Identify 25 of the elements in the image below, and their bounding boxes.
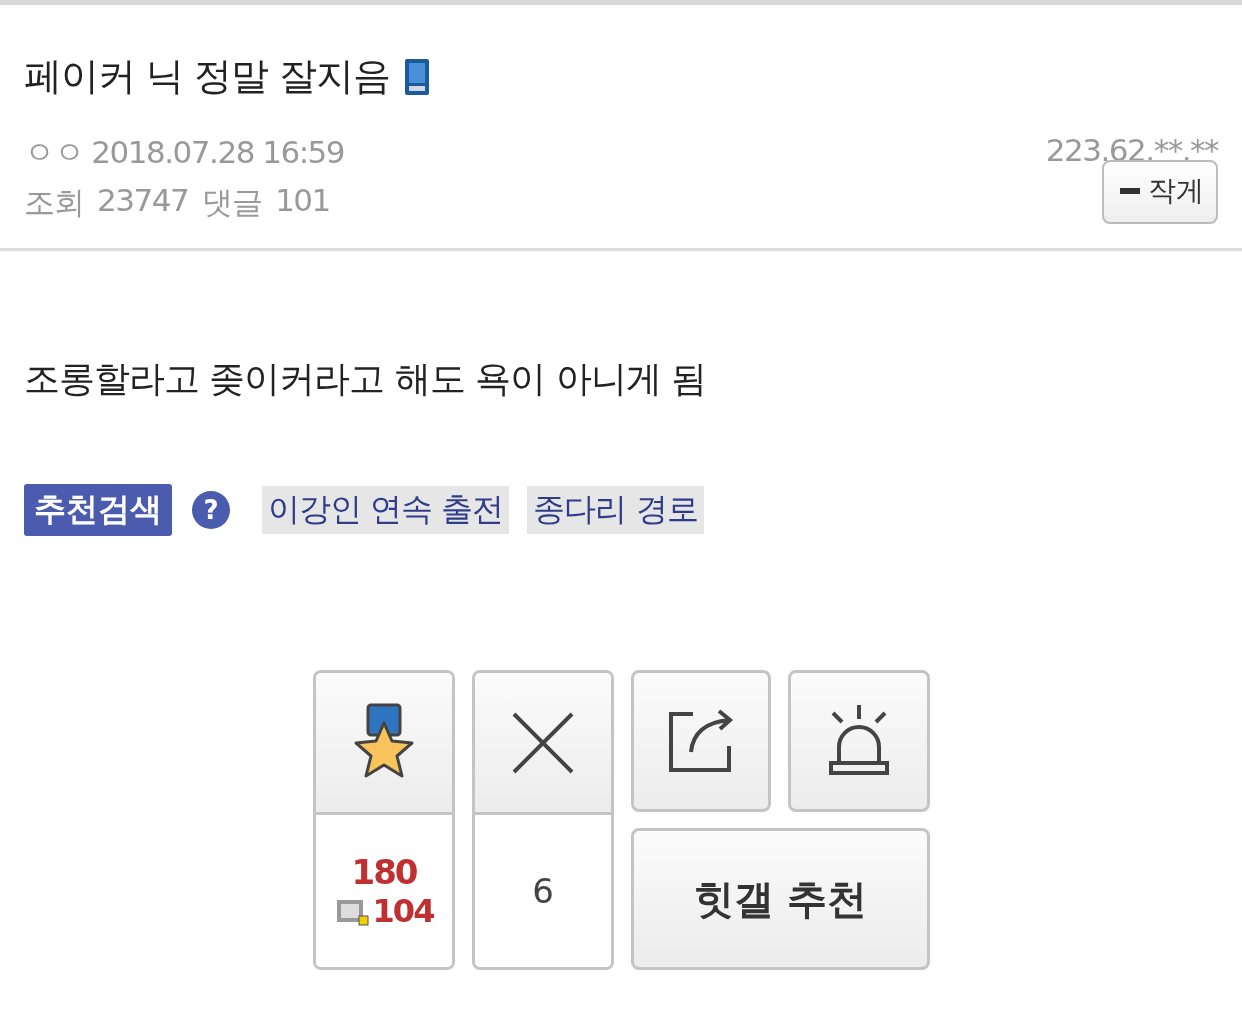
comments-count: 101 — [275, 182, 330, 220]
help-button[interactable]: ? — [192, 491, 230, 529]
post-title: 페이커 닉 정말 잘지음 — [24, 53, 391, 100]
report-button[interactable] — [788, 670, 930, 812]
search-tag[interactable]: 종다리 경로 — [527, 486, 704, 534]
author-date: ㅇㅇ 2018.07.28 16:59 — [24, 133, 345, 172]
fixed-recommend-count: 104 — [372, 892, 434, 930]
recommend-search-label: 추천검색 — [24, 484, 172, 536]
shrink-button[interactable]: 작게 — [1102, 160, 1218, 224]
recommend-button[interactable] — [316, 673, 452, 815]
share-button[interactable] — [631, 670, 771, 812]
siren-icon — [827, 705, 891, 777]
share-icon — [667, 708, 735, 774]
downvote-count: 6 — [532, 871, 554, 911]
x-icon — [512, 711, 574, 774]
post-body: 조롱할라고 좆이커라고 해도 욕이 아니게 됨 — [24, 358, 707, 399]
minus-icon — [1120, 188, 1140, 194]
downvote-button[interactable] — [475, 673, 611, 815]
views-label: 조회 — [24, 183, 83, 222]
search-tag[interactable]: 이강인 연속 출전 — [262, 486, 510, 534]
phone-icon — [404, 57, 431, 96]
views-count: 23747 — [97, 182, 189, 220]
comments-label: 댓글 — [202, 183, 262, 222]
recommend-count: 180 — [351, 852, 417, 892]
hit-gallery-button[interactable]: 힛갤 추천 — [631, 828, 930, 970]
